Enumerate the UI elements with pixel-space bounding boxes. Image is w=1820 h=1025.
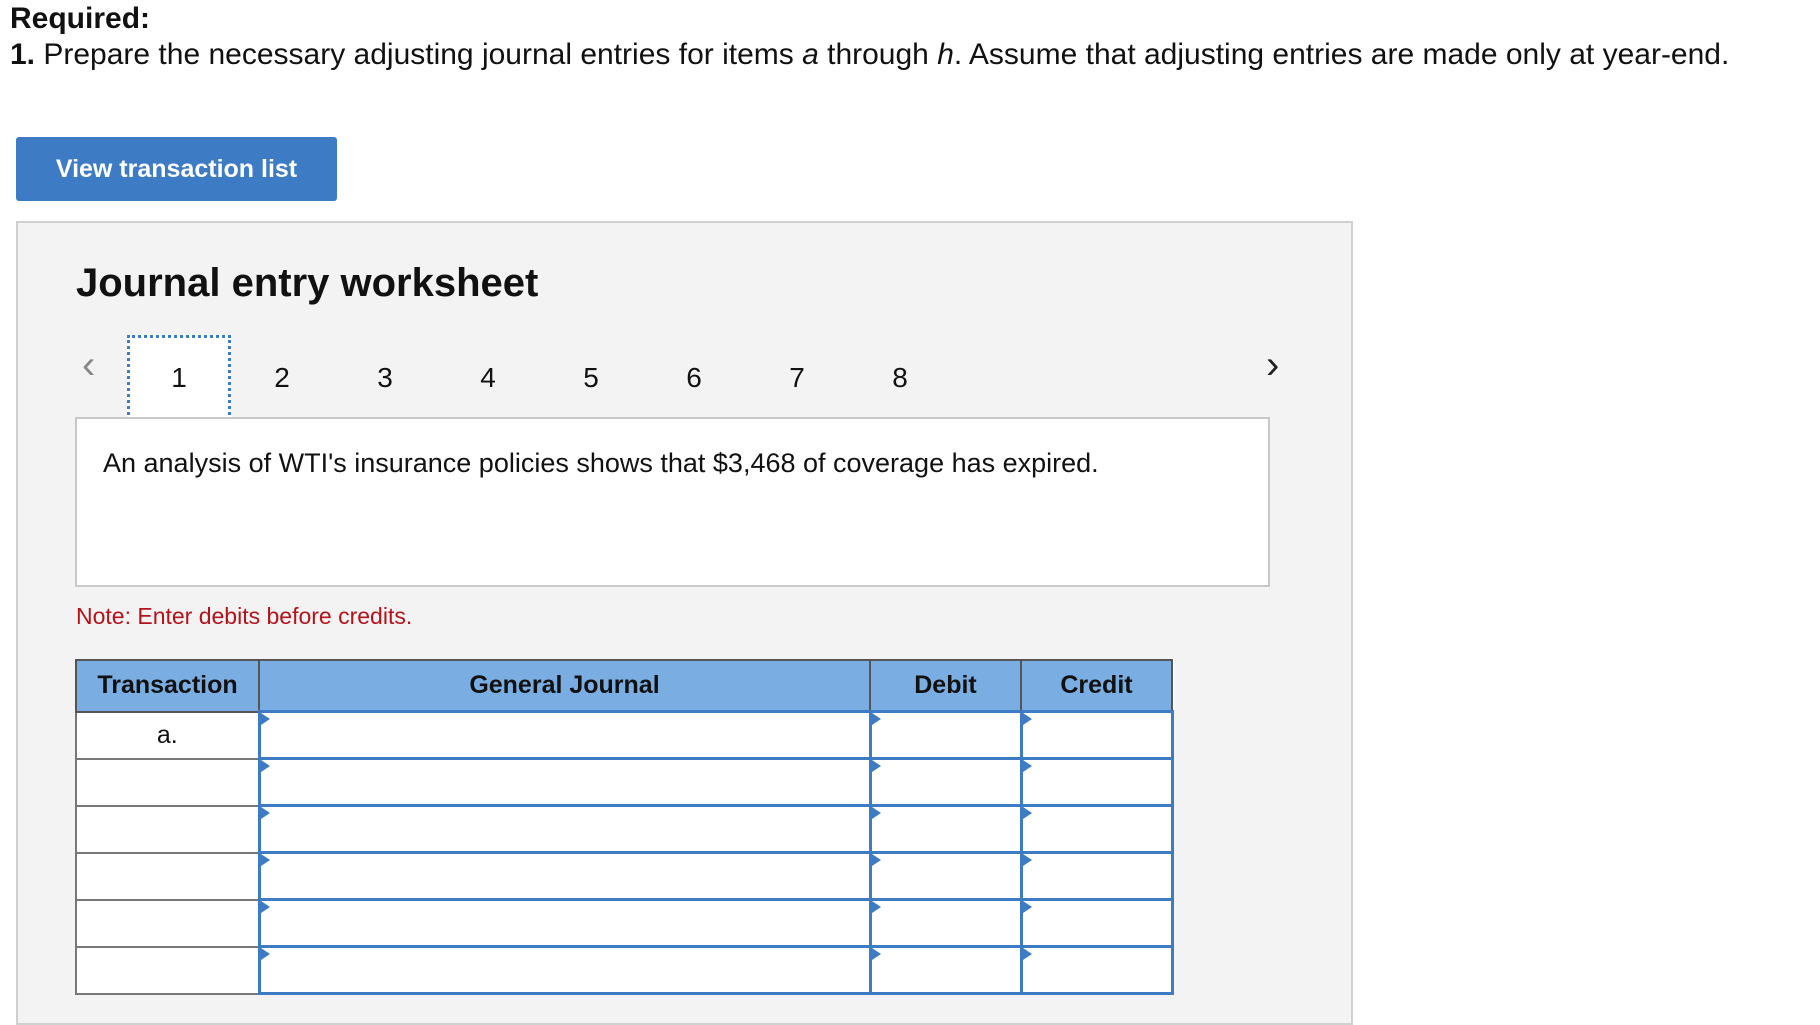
debit-input[interactable] [868,851,1023,901]
debit-input[interactable] [868,945,1023,995]
journal-table: Transaction General Journal Debit Credit… [75,659,1174,995]
chevron-left-icon[interactable]: ‹ [82,343,95,388]
debit-input[interactable] [868,710,1023,760]
tab-8[interactable]: 8 [848,335,952,421]
instruction-text: through [818,38,938,71]
table-row [75,804,1174,854]
transaction-cell: a. [75,710,260,760]
account-input[interactable] [257,851,872,901]
account-input[interactable] [257,710,872,760]
note: Note: Enter debits before credits. [76,603,413,629]
account-input[interactable] [257,898,872,948]
tab-1[interactable]: 1 [127,335,231,421]
description-text: An analysis of WTI's insurance policies … [103,448,1099,478]
instruction: 1. Prepare the necessary adjusting journ… [10,38,1729,72]
item-h: h [937,38,954,71]
transaction-cell [75,851,260,901]
view-transaction-list-button[interactable]: View transaction list [16,137,337,201]
instruction-text: Prepare the necessary adjusting journal … [35,38,803,71]
tab-6[interactable]: 6 [642,335,746,421]
header-general-journal: General Journal [258,659,871,713]
transaction-cell [75,804,260,854]
transaction-cell [75,898,260,948]
credit-input[interactable] [1019,898,1174,948]
tab-2[interactable]: 2 [230,335,334,421]
table-row [75,898,1174,948]
tab-4[interactable]: 4 [436,335,540,421]
credit-input[interactable] [1019,851,1174,901]
tab-5[interactable]: 5 [539,335,643,421]
account-input[interactable] [257,945,872,995]
instruction-text: . Assume that adjusting entries are made… [953,38,1730,71]
chevron-right-icon[interactable]: › [1266,343,1279,388]
credit-input[interactable] [1019,710,1174,760]
table-row: a. [75,710,1174,760]
header-transaction: Transaction [75,659,260,713]
table-row [75,851,1174,901]
debit-input[interactable] [868,898,1023,948]
required-label: Required: [10,2,151,35]
table-row [75,945,1174,995]
account-input[interactable] [257,757,872,807]
credit-input[interactable] [1019,945,1174,995]
tab-7[interactable]: 7 [745,335,849,421]
debit-input[interactable] [868,804,1023,854]
credit-input[interactable] [1019,757,1174,807]
item-a: a [802,38,819,71]
transaction-cell [75,945,260,995]
account-input[interactable] [257,804,872,854]
debit-input[interactable] [868,757,1023,807]
tab-3[interactable]: 3 [333,335,437,421]
worksheet-title: Journal entry worksheet [76,261,539,305]
header-credit: Credit [1020,659,1173,713]
transaction-cell [75,757,260,807]
header-debit: Debit [869,659,1022,713]
journal-worksheet-panel: Journal entry worksheet ‹ 12345678 › An … [16,221,1353,1025]
table-row [75,757,1174,807]
transaction-description: An analysis of WTI's insurance policies … [75,417,1270,587]
instruction-number: 1. [10,38,36,71]
credit-input[interactable] [1019,804,1174,854]
